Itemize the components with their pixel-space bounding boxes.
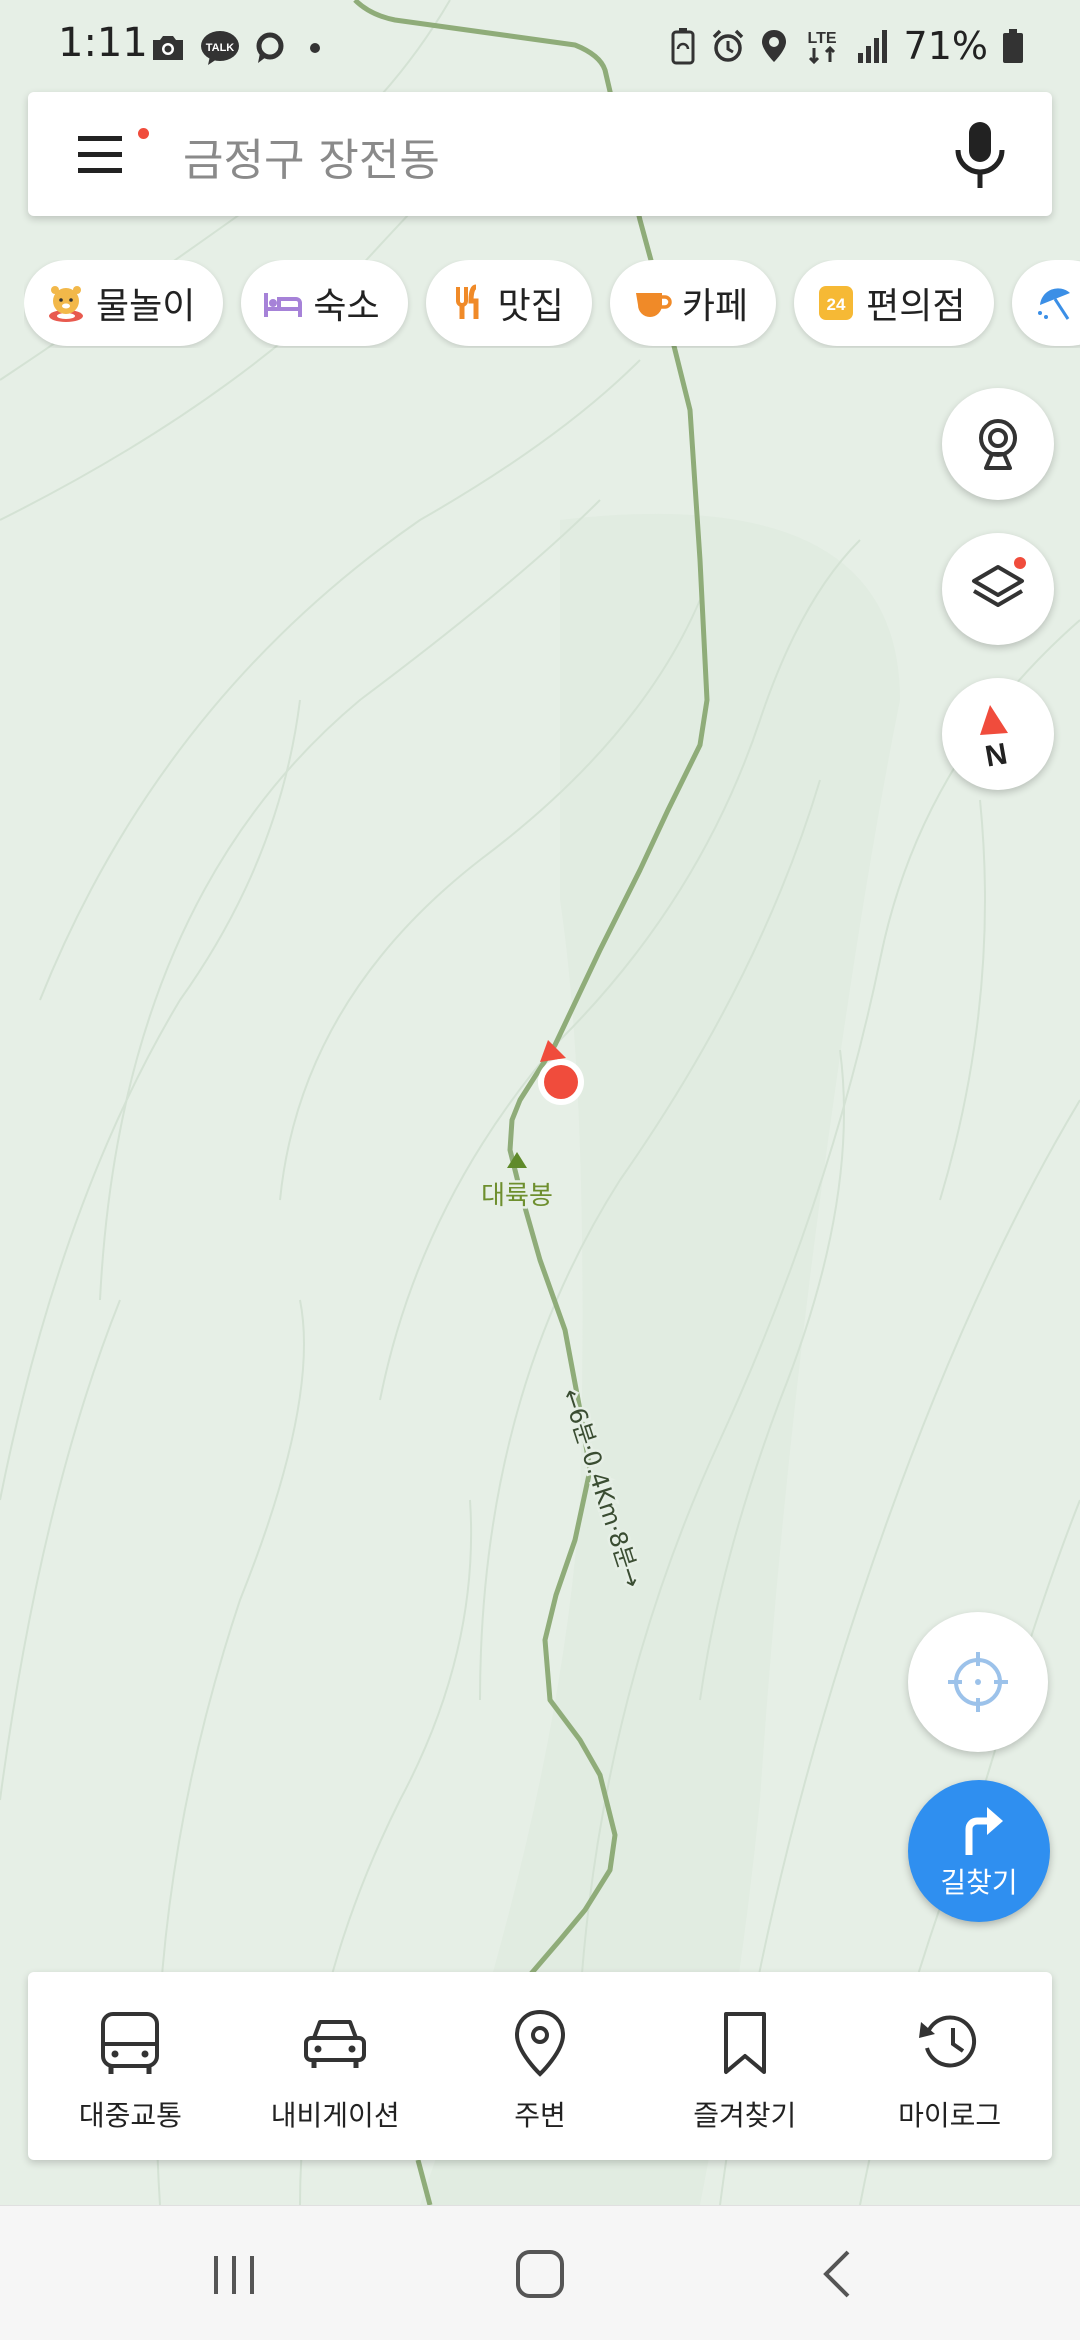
my-location-button[interactable] <box>908 1612 1048 1752</box>
status-time: 1:11 <box>58 20 148 66</box>
directions-label: 길찾기 <box>940 1866 1018 1899</box>
menu-my-log[interactable]: 마이로그 <box>847 1972 1052 2160</box>
water-play-icon <box>49 286 83 322</box>
menu-label: 내비게이션 <box>270 2099 400 2132</box>
chip-convenience-store[interactable]: 24 편의점 <box>794 260 994 346</box>
map-pin-icon <box>514 2009 565 2077</box>
menu-nearby[interactable]: 주변 <box>438 1972 643 2160</box>
cctv-button[interactable] <box>942 388 1054 500</box>
location-icon <box>761 30 786 62</box>
layers-notification-dot <box>1014 557 1026 569</box>
car-icon <box>304 2020 367 2068</box>
recents-icon[interactable] <box>202 2242 266 2306</box>
chip-label: 편의점 <box>866 286 966 327</box>
system-navigation-bar <box>0 2205 1080 2340</box>
menu-favorites[interactable]: 즐겨찾기 <box>642 1972 847 2160</box>
back-icon[interactable] <box>808 2242 872 2306</box>
bookmark-icon <box>723 2012 766 2074</box>
convenience-store-24-icon: 24 <box>819 286 854 320</box>
status-bar: 1:11 TALK LTE 71% <box>0 0 1080 92</box>
chip-cafe[interactable]: 카페 <box>609 260 777 346</box>
svg-text:LTE: LTE <box>807 30 836 47</box>
my-location-crosshair-icon <box>948 1652 1008 1712</box>
alarm-icon <box>712 29 743 62</box>
map-layers-button[interactable] <box>942 533 1054 645</box>
chat-bubble-icon <box>256 32 284 63</box>
menu-navigation[interactable]: 내비게이션 <box>233 1972 438 2160</box>
chip-label: 숙소 <box>313 286 380 327</box>
svg-text:N: N <box>983 737 1010 769</box>
svg-text:24: 24 <box>827 295 846 314</box>
layers-icon <box>972 565 1024 607</box>
bottom-menu[interactable]: 대중교통 내비게이션 주변 즐겨찾기 마이로그 <box>28 1972 1052 2160</box>
microphone-icon[interactable] <box>944 116 1016 192</box>
compass-button[interactable]: N <box>942 678 1054 790</box>
peak-label[interactable]: 대륙봉 <box>479 1179 556 1214</box>
battery-icon <box>1003 29 1023 63</box>
chip-lodging[interactable]: 숙소 <box>241 260 408 346</box>
chip-water-play[interactable]: 물놀이 <box>24 260 224 346</box>
cctv-icon <box>979 419 1017 470</box>
battery-percent: 71% <box>903 24 988 68</box>
history-icon <box>918 2015 976 2068</box>
turn-right-arrow-icon <box>965 1807 1003 1855</box>
search-input[interactable]: 금정구 장전동 <box>183 124 440 188</box>
menu-public-transit[interactable]: 대중교통 <box>28 1972 233 2160</box>
signal-icon <box>857 30 887 63</box>
menu-label: 마이로그 <box>898 2099 1002 2132</box>
chip-beach[interactable] <box>1011 260 1080 346</box>
menu-label: 즐겨찾기 <box>693 2099 797 2132</box>
menu-label: 대중교통 <box>78 2099 182 2132</box>
kakaotalk-icon: TALK <box>201 31 239 65</box>
dot-icon <box>310 43 320 53</box>
hamburger-menu-icon[interactable] <box>68 122 132 186</box>
svg-text:TALK: TALK <box>206 42 235 54</box>
chip-restaurant[interactable]: 맛집 <box>425 260 592 346</box>
menu-notification-dot <box>138 128 149 139</box>
menu-label: 주변 <box>514 2099 566 2132</box>
bed-icon <box>264 293 303 317</box>
chip-label: 맛집 <box>497 286 564 327</box>
category-chips[interactable]: 물놀이 숙소 맛집 카페 24 편의점 <box>24 260 1080 348</box>
chip-label: 물놀이 <box>96 286 196 327</box>
bus-icon <box>101 2012 160 2074</box>
coffee-cup-icon <box>635 293 672 317</box>
camera-icon <box>153 36 183 60</box>
compass-north-icon: N <box>980 705 1010 769</box>
umbrella-icon <box>1037 288 1070 320</box>
home-icon[interactable] <box>508 2242 572 2306</box>
restaurant-icon <box>455 284 479 319</box>
search-bar[interactable]: 금정구 장전동 <box>28 92 1052 216</box>
directions-button[interactable]: 길찾기 <box>908 1780 1050 1922</box>
lte-icon: LTE <box>807 30 836 65</box>
chip-label: 카페 <box>681 286 749 327</box>
battery-saver-icon <box>671 28 695 65</box>
